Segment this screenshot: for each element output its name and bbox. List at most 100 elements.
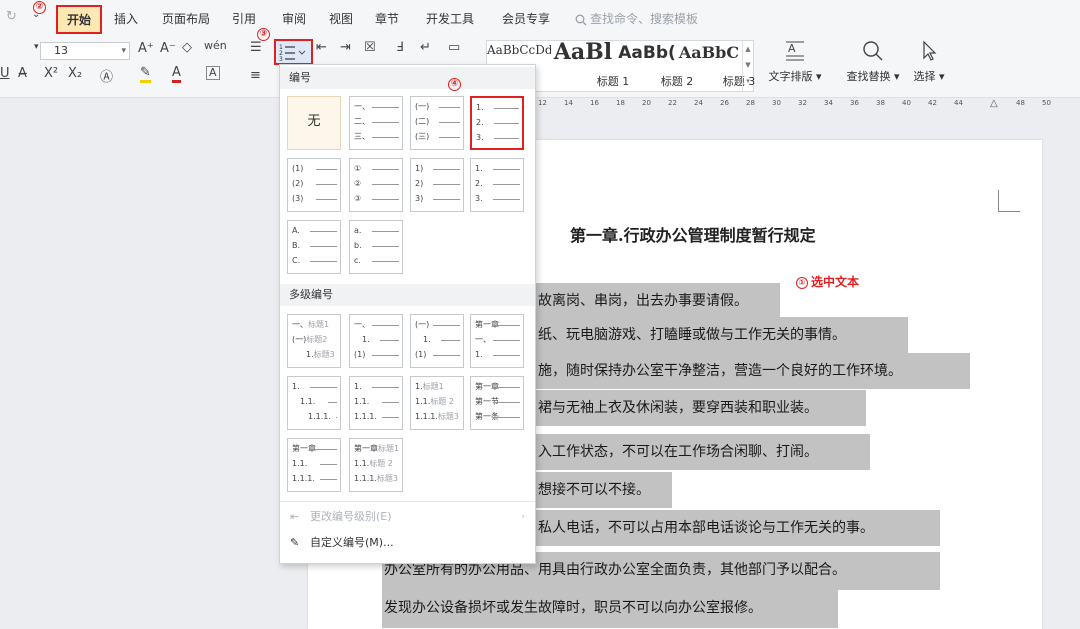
char-border-icon[interactable]: A [206, 66, 220, 80]
style-sample: AaBl [553, 39, 613, 65]
multilevel-preview-row: 第一章标题1 [354, 443, 399, 454]
selected-text-line[interactable]: 故离岗、串岗，出去办事要请假。 [536, 283, 780, 319]
svg-text:A: A [788, 42, 796, 55]
multilevel-style-tile[interactable]: 第一章 第一节 第一条 [470, 376, 524, 430]
phonetic-guide-icon[interactable]: wén [204, 39, 227, 52]
numbering-prefix: 一、 [292, 320, 308, 329]
line-placeholder [372, 261, 399, 262]
text-layout-icon: A [786, 41, 804, 61]
grow-font-icon[interactable]: A⁺ [138, 41, 154, 56]
numbering-prefix: 1.1.1. [354, 474, 377, 483]
numbering-preview-row: 2) [415, 178, 460, 189]
superscript-icon[interactable]: X² [44, 66, 58, 81]
numbering-dropdown: 编号 ④ 无一、 二、 三、 (一) (二) (三) 1. 2. 3. (1) (2) (3) ① ② ③ 1… [279, 64, 536, 564]
decrease-indent-icon[interactable]: ⇤ [316, 40, 327, 55]
strikethrough-icon[interactable]: A̶ [18, 66, 27, 81]
multilevel-style-tile[interactable]: 第一章 一、 1. [470, 314, 524, 368]
subscript-icon[interactable]: X₂ [68, 66, 82, 81]
tab-page-layout[interactable]: 页面布局 [162, 10, 210, 27]
style-heading-3[interactable]: AaBbC 标题 3 [677, 41, 755, 91]
show-marks-icon[interactable]: ↵ [420, 40, 431, 55]
align-left-icon[interactable]: ≡ [250, 68, 261, 83]
multilevel-style-tile[interactable]: 1.标题1 1.1.标题 2 1.1.1.标题3 [410, 376, 464, 430]
sort-icon[interactable]: Ⅎ [396, 40, 403, 55]
multilevel-style-tile[interactable]: 第一章 1.1. 1.1.1. [287, 438, 341, 492]
multilevel-preview-row: 第一章 [292, 443, 337, 454]
selected-text-line[interactable]: 发现办公设备损坏或发生故障时，职员不可以向办公室报修。 [382, 590, 838, 628]
multilevel-style-tile[interactable]: 一、标题1 (一)标题2 1.标题3 [287, 314, 341, 368]
multilevel-preview-row: 1.1.标题 2 [415, 396, 460, 407]
selected-text-line[interactable]: 私人电话，不可以占用本部电话谈论与工作无关的事。 [536, 510, 940, 546]
custom-numbering-menu-item[interactable]: ✎ 自定义编号(M)... [280, 530, 535, 556]
numbering-style-tile[interactable]: A. B. C. [287, 220, 341, 274]
table-layout-icon[interactable]: ▭ [448, 40, 460, 55]
style-sample: AaBbCcDd [487, 43, 551, 57]
shrink-font-icon[interactable]: A⁻ [160, 41, 176, 56]
style-heading-1[interactable]: AaBl 标题 1 [551, 39, 629, 91]
gallery-scroll[interactable]: ▲ ▼ ▾ [742, 41, 753, 91]
numbered-list-button[interactable]: 1 2 3 [274, 39, 313, 65]
selected-text-line[interactable]: 纸、玩电脑游戏、打瞌睡或做与工作无关的事情。 [536, 317, 908, 353]
numbering-style-tile[interactable]: a. b. c. [349, 220, 403, 274]
tab-sections[interactable]: 章节 [375, 10, 399, 27]
ruler-tick-label: 14 [564, 99, 573, 107]
search-command-box[interactable]: 查找命令、搜索模板 [575, 10, 698, 27]
step-1-text: 选中文本 [811, 275, 860, 289]
ruler-tick-label: 30 [772, 99, 781, 107]
style-sample: AaBb( [618, 43, 676, 63]
increase-indent-icon[interactable]: ⇥ [340, 40, 351, 55]
multilevel-style-tile[interactable]: 第一章标题1 1.1.标题 2 1.1.1.标题3 [349, 438, 403, 492]
line-placeholder [439, 107, 460, 108]
numbering-style-tile[interactable]: ① ② ③ [349, 158, 403, 212]
highlight-icon[interactable]: ✎ [140, 66, 151, 83]
selected-text-line[interactable]: 施，随时保持办公室干净整洁，营造一个良好的工作环境。 [536, 353, 970, 389]
multilevel-style-tile[interactable]: (一) 1. (1) [410, 314, 464, 368]
text-effect-icon[interactable]: Ⓐ [100, 66, 113, 85]
tab-view[interactable]: 视图 [329, 10, 353, 27]
style-heading-2[interactable]: AaBb( 标题 2 [615, 41, 693, 91]
numbering-preview-row: 三、 [354, 131, 399, 142]
redo-icon[interactable]: ↻ [6, 9, 17, 24]
tab-insert[interactable]: 插入 [114, 10, 138, 27]
multilevel-preview-row: 1.1. [292, 458, 337, 469]
font-size-select[interactable]: 13 ▾ [40, 42, 130, 60]
font-color-icon[interactable]: A [172, 66, 181, 83]
margin-corner-mark [998, 190, 1020, 212]
multilevel-style-tile[interactable]: 1. 1.1. 1.1.1. [349, 376, 403, 430]
line-placeholder [372, 325, 399, 326]
indent-marker[interactable]: △ [990, 98, 998, 109]
tab-review[interactable]: 审阅 [282, 10, 306, 27]
bullet-list-icon[interactable]: ☰ [250, 40, 262, 55]
numbering-style-1-2-3-selected[interactable]: 1. 2. 3. [470, 96, 524, 150]
text-layout-button[interactable]: A 文字排版 ▾ [764, 40, 826, 84]
selected-text-line[interactable]: 入工作状态，不可以在工作场合闲聊、打闹。 [536, 434, 870, 470]
tab-developer[interactable]: 开发工具 [426, 10, 474, 27]
numbering-none-tile[interactable]: 无 [287, 96, 341, 150]
select-button[interactable]: 选择 ▾ [898, 40, 960, 84]
multilevel-style-tile[interactable]: 一、 1. (1) [349, 314, 403, 368]
underline-icon[interactable]: U [0, 66, 10, 81]
multilevel-preview-row: (1) [415, 349, 460, 360]
clear-format-icon[interactable]: ◇ [182, 40, 192, 55]
line-placeholder [372, 387, 399, 388]
numbering-preview-row: 1. [476, 102, 519, 113]
numbering-style-tile[interactable]: (1) (2) (3) [287, 158, 341, 212]
tab-references[interactable]: 引用 [232, 10, 256, 27]
multilevel-preview-row: 第一章 [475, 381, 520, 392]
numbering-style-tile[interactable]: 1. 2. 3. [470, 158, 524, 212]
selected-text-line[interactable]: 裙与无袖上衣及休闲装，要穿西装和职业装。 [536, 390, 866, 426]
find-replace-button[interactable]: 查找替换 ▾ [842, 40, 904, 84]
chinese-layout-icon[interactable]: ☒ [364, 40, 376, 55]
numbering-style-tile[interactable]: 一、 二、 三、 [349, 96, 403, 150]
tab-home[interactable]: 开始 [56, 5, 103, 34]
font-name-dropdown-icon[interactable]: ▾ [34, 42, 39, 52]
document-title[interactable]: 第一章.行政办公管理制度暂行规定 [570, 222, 816, 246]
step-3-marker: ③ [257, 28, 270, 41]
line-placeholder [493, 184, 520, 185]
numbering-style-tile[interactable]: 1) 2) 3) [410, 158, 464, 212]
multilevel-style-tile[interactable]: 1. 1.1. 1.1.1. [287, 376, 341, 430]
tab-member[interactable]: 会员专享 [502, 10, 550, 27]
selected-text-line[interactable]: 想接不可以不接。 [536, 472, 672, 508]
ruler-tick-label: 28 [746, 99, 755, 107]
numbering-style-tile[interactable]: (一) (二) (三) [410, 96, 464, 150]
